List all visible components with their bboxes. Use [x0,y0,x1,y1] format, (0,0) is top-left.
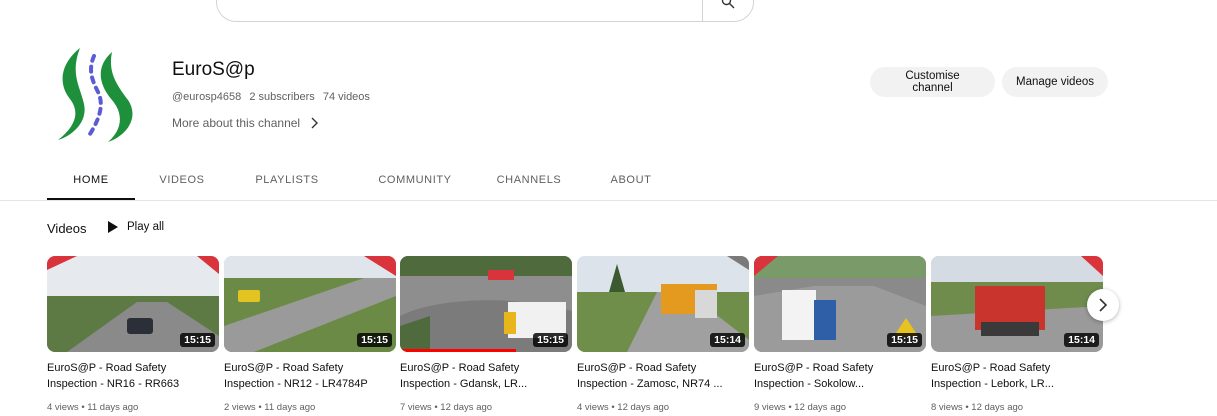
video-title-line: EuroS@P - Road Safety [224,362,344,374]
video-meta: 4 views • 11 days ago [47,402,139,413]
chevron-right-icon [311,117,319,129]
video-title-line: Inspection - Lebork, LR... [931,378,1054,390]
video-thumbnail[interactable]: 15:15 [224,256,396,352]
tab-community[interactable]: COMMUNITY [361,164,469,200]
watched-progress-bar [400,349,516,352]
video-thumbnail[interactable]: 15:15 [47,256,219,352]
channel-meta: @eurosp4658 2 subscribers 74 videos [172,91,375,103]
subscriber-count: 2 subscribers [249,91,315,103]
video-title[interactable]: EuroS@P - Road Safety Inspection - NR16 … [47,360,219,392]
video-title[interactable]: EuroS@P - Road Safety Inspection - Lebor… [931,360,1103,392]
video-card[interactable]: 15:15 EuroS@P - Road Safety Inspection -… [47,256,219,416]
tab-videos[interactable]: VIDEOS [141,164,223,200]
video-thumbnail[interactable]: 15:14 [577,256,749,352]
more-about-channel-link[interactable]: More about this channel [172,116,319,130]
video-title-line: EuroS@P - Road Safety [47,362,167,374]
video-meta: 8 views • 12 days ago [931,402,1024,413]
video-duration: 15:14 [710,333,745,347]
video-meta: 4 views • 12 days ago [577,402,670,413]
video-title[interactable]: EuroS@P - Road Safety Inspection - Sokol… [754,360,926,392]
video-count: 74 videos [322,91,370,103]
video-thumbnail[interactable]: 15:15 [400,256,572,352]
video-card[interactable]: 15:15 EuroS@P - Road Safety Inspection -… [224,256,396,416]
video-duration: 15:15 [533,333,568,347]
video-title-line: EuroS@P - Road Safety [754,362,874,374]
video-title-line: Inspection - NR12 - LR4784P [224,378,368,390]
video-title[interactable]: EuroS@P - Road Safety Inspection - Zamos… [577,360,749,392]
video-title-line: EuroS@P - Road Safety [400,362,520,374]
channel-name: EuroS@p [172,59,255,80]
video-meta: 7 views • 12 days ago [400,402,493,413]
video-title[interactable]: EuroS@P - Road Safety Inspection - NR12 … [224,360,396,392]
video-thumbnail[interactable]: 15:14 [931,256,1103,352]
search-bar[interactable] [216,0,754,22]
video-title-line: Inspection - Gdansk, LR... [400,378,528,390]
tab-playlists[interactable]: PLAYLISTS [239,164,335,200]
video-duration: 15:14 [1064,333,1099,347]
video-card[interactable]: 15:14 EuroS@P - Road Safety Inspection -… [931,256,1103,416]
video-card[interactable]: 15:14 EuroS@P - Road Safety Inspection -… [577,256,749,416]
play-all-button[interactable]: Play all [108,221,164,233]
tab-channels[interactable]: CHANNELS [487,164,571,200]
video-title-line: Inspection - Zamosc, NR74 ... [577,378,723,390]
more-about-label: More about this channel [172,116,301,130]
video-title-line: EuroS@P - Road Safety [931,362,1051,374]
tab-about[interactable]: ABOUT [603,164,659,200]
video-meta: 2 views • 11 days ago [224,402,316,413]
manage-videos-button[interactable]: Manage videos [1002,67,1108,97]
play-all-label: Play all [127,221,165,233]
video-title-line: Inspection - Sokolow... [754,378,865,390]
video-duration: 15:15 [357,333,392,347]
video-card[interactable]: 15:15 EuroS@P - Road Safety Inspection -… [400,256,572,416]
search-divider [702,0,703,21]
tabs-divider [0,200,1217,201]
section-title: Videos [47,221,87,236]
channel-avatar-logo [58,48,133,142]
next-videos-button[interactable] [1087,289,1119,321]
play-icon [108,221,118,233]
video-duration: 15:15 [887,333,922,347]
video-title-line: EuroS@P - Road Safety [577,362,697,374]
next-arrow-icon [1099,298,1108,312]
video-meta: 9 views • 12 days ago [754,402,847,413]
search-icon[interactable] [721,0,735,9]
video-title[interactable]: EuroS@P - Road Safety Inspection - Gdans… [400,360,572,392]
video-card[interactable]: 15:15 EuroS@P - Road Safety Inspection -… [754,256,926,416]
channel-handle: @eurosp4658 [172,91,242,103]
video-duration: 15:15 [180,333,215,347]
tab-home[interactable]: HOME [47,164,135,200]
video-thumbnail[interactable]: 15:15 [754,256,926,352]
video-title-line: Inspection - NR16 - RR663 [47,378,180,390]
customise-channel-button[interactable]: Customise channel [870,67,995,97]
